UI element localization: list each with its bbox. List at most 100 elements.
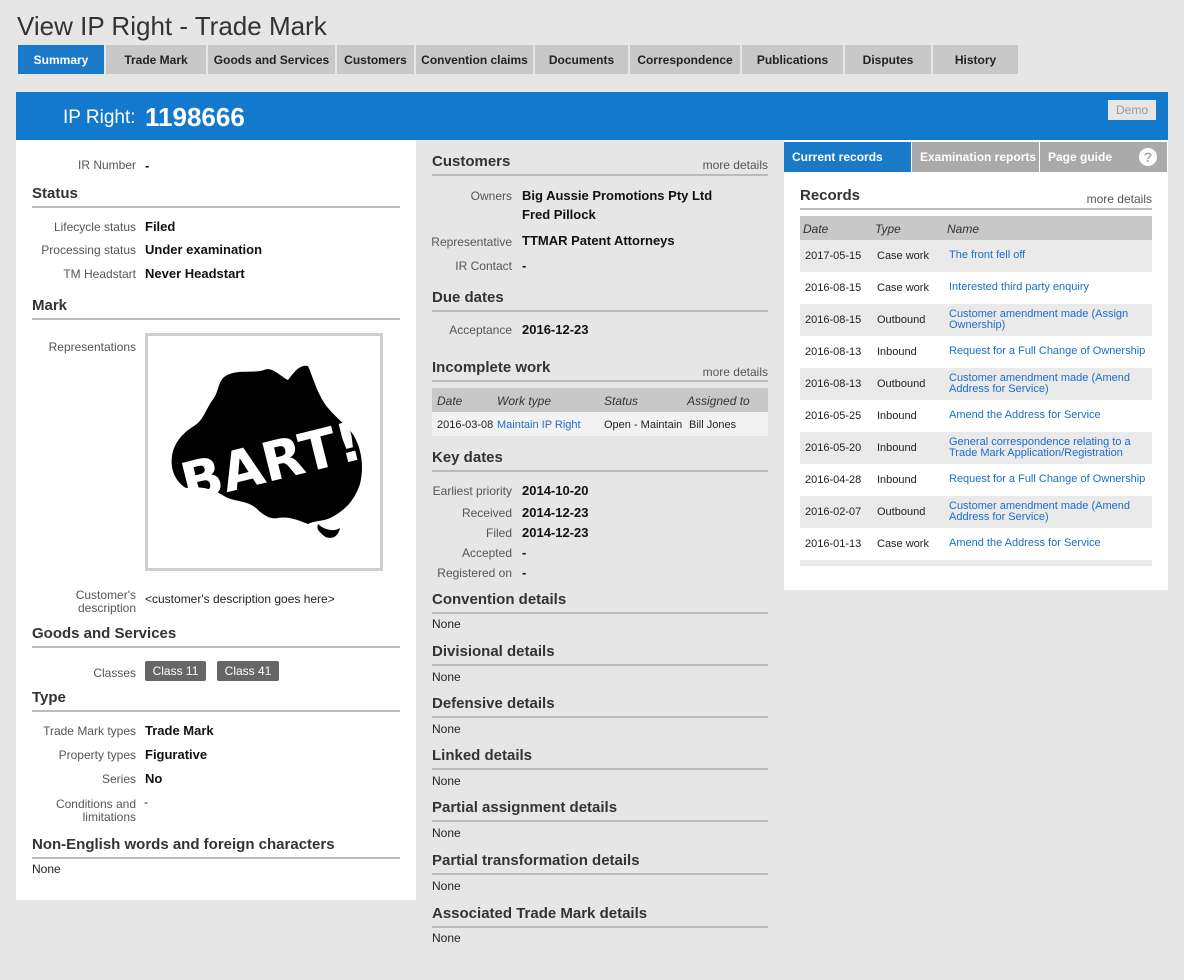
record-date: 2016-04-28 xyxy=(805,474,862,486)
tab-disputes[interactable]: Disputes xyxy=(845,45,931,74)
earliest-priority-label: Earliest priority xyxy=(432,484,512,498)
australia-map-icon: BART! xyxy=(171,365,368,538)
representative-value: TTMAR Patent Attorneys xyxy=(522,233,675,248)
lifecycle-status-label: Lifecycle status xyxy=(53,220,136,234)
ir-contact-value: - xyxy=(522,258,527,273)
received-value: 2014-12-23 xyxy=(522,505,589,520)
received-label: Received xyxy=(461,506,512,520)
record-name-link[interactable]: Interested third party enquiry xyxy=(949,282,1149,293)
table-row[interactable]: 2016-08-13 Outbound Customer amendment m… xyxy=(800,368,1152,400)
associated-trade-mark-value: None xyxy=(432,931,461,945)
owner-1-value: Big Aussie Promotions Pty Ltd xyxy=(522,188,713,203)
record-name-link[interactable]: General correspondence relating to a Tra… xyxy=(949,437,1149,459)
demo-button[interactable]: Demo xyxy=(1108,100,1156,120)
trade-mark-image: BART! xyxy=(145,333,383,571)
ir-number-value: - xyxy=(145,158,150,173)
ip-right-label: IP Right: xyxy=(63,107,136,128)
partial-assignment-title: Partial assignment details xyxy=(432,799,768,822)
tab-goods-and-services[interactable]: Goods and Services xyxy=(208,45,335,74)
summary-left-panel: IR Number - Status Lifecycle status File… xyxy=(16,140,416,900)
record-type: Inbound xyxy=(877,474,917,486)
registered-on-value: - xyxy=(522,565,527,580)
earliest-priority-value: 2014-10-20 xyxy=(522,483,589,498)
status-section-title: Status xyxy=(32,185,400,208)
help-icon[interactable]: ? xyxy=(1139,148,1157,166)
divisional-details-value: None xyxy=(432,670,461,684)
record-name-link[interactable]: Request for a Full Change of Ownership xyxy=(949,346,1149,357)
iw-col-date: Date xyxy=(437,394,463,408)
record-type: Inbound xyxy=(877,442,917,454)
records-table-footer xyxy=(800,560,1152,566)
table-row[interactable]: 2016-08-13 Inbound Request for a Full Ch… xyxy=(800,336,1152,368)
record-type: Case work xyxy=(877,250,929,262)
record-name-link[interactable]: Request for a Full Change of Ownership xyxy=(949,474,1149,485)
record-date: 2016-05-20 xyxy=(805,442,862,454)
records-more-details-link[interactable]: more details xyxy=(1087,192,1152,206)
iw-work-type-link[interactable]: Maintain IP Right xyxy=(497,419,581,431)
incomplete-work-more-details-link[interactable]: more details xyxy=(703,365,768,379)
tab-documents[interactable]: Documents xyxy=(535,45,628,74)
table-row[interactable]: 2016-05-25 Inbound Amend the Address for… xyxy=(800,400,1152,432)
tab-summary[interactable]: Summary xyxy=(18,45,104,74)
conditions-value: - xyxy=(144,795,148,809)
tab-current-records[interactable]: Current records xyxy=(784,142,911,172)
class-41-badge[interactable]: Class 41 xyxy=(217,661,279,681)
tab-examination-reports[interactable]: Examination reports xyxy=(912,142,1039,172)
lifecycle-status-value: Filed xyxy=(145,219,176,234)
record-date: 2017-05-15 xyxy=(805,250,862,262)
table-row[interactable]: 2016-08-15 Case work Interested third pa… xyxy=(800,272,1152,304)
processing-status-value: Under examination xyxy=(145,242,263,257)
summary-middle-panel: Customers more details Owners Big Aussie… xyxy=(416,140,784,960)
customers-more-details-link[interactable]: more details xyxy=(703,158,768,172)
record-type: Case work xyxy=(877,538,929,550)
mark-section-title: Mark xyxy=(32,297,400,320)
record-name-link[interactable]: The front fell off xyxy=(949,250,1149,261)
tab-publications[interactable]: Publications xyxy=(742,45,843,74)
tab-trade-mark[interactable]: Trade Mark xyxy=(106,45,206,74)
table-row[interactable]: 2016-02-07 Outbound Customer amendment m… xyxy=(800,496,1152,528)
divisional-details-title: Divisional details xyxy=(432,643,768,666)
partial-assignment-value: None xyxy=(432,826,461,840)
acceptance-value: 2016-12-23 xyxy=(522,322,589,337)
representative-label: Representative xyxy=(431,235,512,249)
table-row[interactable]: 2016-08-15 Outbound Customer amendment m… xyxy=(800,304,1152,336)
tm-headstart-label: TM Headstart xyxy=(63,267,136,281)
processing-status-label: Processing status xyxy=(41,243,136,257)
table-row[interactable]: 2016-04-28 Inbound Request for a Full Ch… xyxy=(800,464,1152,496)
tab-history[interactable]: History xyxy=(933,45,1018,74)
filed-label: Filed xyxy=(485,526,512,540)
owner-2-value: Fred Pillock xyxy=(522,207,596,222)
records-col-date: Date xyxy=(803,222,829,236)
table-row[interactable]: 2017-05-15 Case work The front fell off xyxy=(800,240,1152,272)
record-type: Case work xyxy=(877,282,929,294)
class-11-badge[interactable]: Class 11 xyxy=(145,661,206,681)
page-guide-label: Page guide xyxy=(1048,150,1113,164)
partial-transformation-title: Partial transformation details xyxy=(432,852,768,875)
tab-convention-claims[interactable]: Convention claims xyxy=(416,45,533,74)
tab-page-guide[interactable]: Page guide ? xyxy=(1040,142,1167,172)
record-name-link[interactable]: Customer amendment made (Amend Address f… xyxy=(949,501,1149,523)
customers-description-value: <customer's description goes here> xyxy=(145,592,335,606)
record-name-link[interactable]: Customer amendment made (Amend Address f… xyxy=(949,373,1149,395)
tab-customers[interactable]: Customers xyxy=(337,45,414,74)
record-date: 2016-08-13 xyxy=(805,346,862,358)
trade-mark-types-label: Trade Mark types xyxy=(43,724,136,738)
tab-correspondence[interactable]: Correspondence xyxy=(630,45,740,74)
type-section-title: Type xyxy=(32,689,400,712)
record-type: Outbound xyxy=(877,506,926,518)
representations-label: Representations xyxy=(48,340,136,354)
non-english-section-title: Non-English words and foreign characters xyxy=(32,836,400,859)
table-row[interactable]: 2016-01-13 Case work Amend the Address f… xyxy=(800,528,1152,560)
partial-transformation-value: None xyxy=(432,879,461,893)
record-name-link[interactable]: Amend the Address for Service xyxy=(949,410,1149,421)
conditions-label-2: limitations xyxy=(82,810,136,824)
registered-on-label: Registered on xyxy=(437,566,512,580)
iw-col-status: Status xyxy=(604,394,639,408)
record-name-link[interactable]: Amend the Address for Service xyxy=(949,538,1149,549)
defensive-details-title: Defensive details xyxy=(432,695,768,718)
ip-right-number: 1198666 xyxy=(145,102,245,132)
table-row[interactable]: 2016-05-20 Inbound General correspondenc… xyxy=(800,432,1152,464)
record-name-link[interactable]: Customer amendment made (Assign Ownershi… xyxy=(949,309,1149,331)
record-type: Outbound xyxy=(877,314,926,326)
linked-details-value: None xyxy=(432,774,461,788)
